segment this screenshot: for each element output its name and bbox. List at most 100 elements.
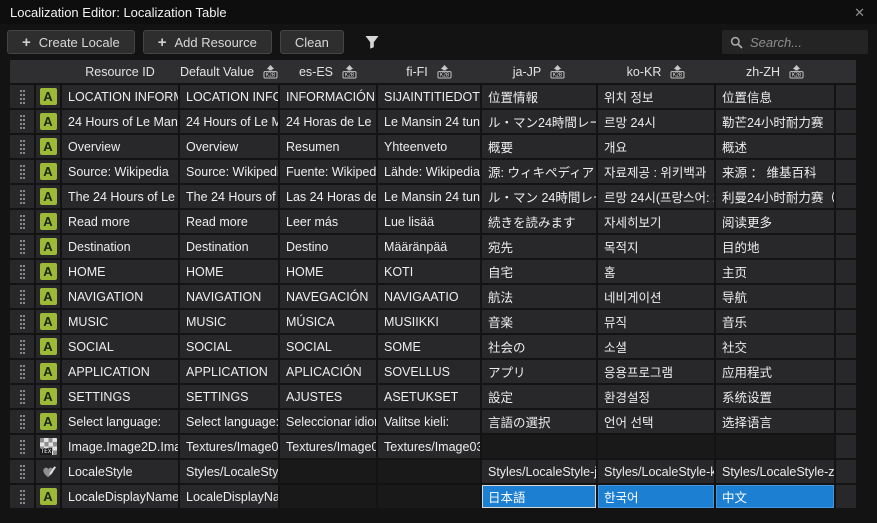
export-locale-icon[interactable]: K2B (550, 64, 565, 79)
row-drag-handle[interactable] (10, 485, 34, 508)
cell-default_value[interactable]: NAVIGATION (180, 285, 278, 308)
cell-resource_id[interactable]: SETTINGS (62, 385, 178, 408)
cell-es_ES[interactable]: AJUSTES (280, 385, 376, 408)
cell-ko_KR[interactable]: 응용프로그램 (598, 360, 714, 383)
row-drag-handle[interactable] (10, 385, 34, 408)
cell-default_value[interactable]: Source: Wikipedia (180, 160, 278, 183)
cell-ko_KR[interactable]: 자료제공 : 위키백과 (598, 160, 714, 183)
cell-ko_KR[interactable]: 소셜 (598, 335, 714, 358)
cell-resource_id[interactable]: HOME (62, 260, 178, 283)
cell-default_value[interactable]: The 24 Hours of L (180, 185, 278, 208)
cell-zh_ZH[interactable]: 位置信息 (716, 85, 834, 108)
cell-ja_JP[interactable]: 日本語 (482, 485, 596, 508)
cell-ko_KR[interactable] (598, 435, 714, 458)
cell-zh_ZH[interactable]: 阅读更多 (716, 210, 834, 233)
cell-zh_ZH[interactable]: 音乐 (716, 310, 834, 333)
cell-ko_KR[interactable]: 환경설정 (598, 385, 714, 408)
cell-resource_id[interactable]: Overview (62, 135, 178, 158)
column-header-ko_KR[interactable]: ko-KR K2B (598, 60, 714, 83)
cell-ja_JP[interactable]: 位置情報 (482, 85, 596, 108)
cell-zh_ZH[interactable]: 选择语言 (716, 410, 834, 433)
cell-default_value[interactable]: MUSIC (180, 310, 278, 333)
cell-fi_FI[interactable]: ASETUKSET (378, 385, 480, 408)
cell-zh_ZH[interactable]: 利曼24小时耐力赛（2 (716, 185, 834, 208)
row-drag-handle[interactable] (10, 135, 34, 158)
search-input[interactable] (750, 34, 860, 50)
cell-fi_FI[interactable]: SOVELLUS (378, 360, 480, 383)
row-drag-handle[interactable] (10, 285, 34, 308)
cell-fi_FI[interactable]: Le Mansin 24 tunn (378, 185, 480, 208)
cell-es_ES[interactable]: Seleccionar idiom (280, 410, 376, 433)
close-icon[interactable]: ✕ (850, 4, 869, 21)
cell-es_ES[interactable]: SOCIAL (280, 335, 376, 358)
cell-default_value[interactable]: Textures/Image01 (180, 435, 278, 458)
cell-ja_JP[interactable] (482, 435, 596, 458)
cell-zh_ZH[interactable]: 来源 ： 维基百科 (716, 160, 834, 183)
row-drag-handle[interactable] (10, 85, 34, 108)
row-drag-handle[interactable] (10, 210, 34, 233)
row-drag-handle[interactable] (10, 460, 34, 483)
cell-fi_FI[interactable]: Yhteenveto (378, 135, 480, 158)
cell-default_value[interactable]: LocaleDisplayNam (180, 485, 278, 508)
column-header-es_ES[interactable]: es-ES K2B (280, 60, 376, 83)
cell-ja_JP[interactable]: 言語の選択 (482, 410, 596, 433)
cell-zh_ZH[interactable]: 勒芒24小时耐力赛 (716, 110, 834, 133)
cell-es_ES[interactable]: Las 24 Horas de L (280, 185, 376, 208)
cell-ja_JP[interactable]: 音楽 (482, 310, 596, 333)
export-locale-icon[interactable]: K2B (670, 64, 685, 79)
cell-ja_JP[interactable]: 社会の (482, 335, 596, 358)
cell-ja_JP[interactable]: 宛先 (482, 235, 596, 258)
cell-es_ES[interactable]: Leer más (280, 210, 376, 233)
row-drag-handle[interactable] (10, 160, 34, 183)
cell-resource_id[interactable]: Select language: (62, 410, 178, 433)
column-header-default_value[interactable]: Default Value K2B (180, 60, 278, 83)
cell-fi_FI[interactable] (378, 460, 480, 483)
export-locale-icon[interactable]: K2B (342, 64, 357, 79)
search-box[interactable] (722, 30, 868, 54)
add-resource-button[interactable]: + Add Resource (142, 30, 272, 54)
cell-resource_id[interactable]: SOCIAL (62, 335, 178, 358)
cell-fi_FI[interactable]: Textures/Image03 (378, 435, 480, 458)
cell-ja_JP[interactable]: ル・マン 24時間レース（ (482, 185, 596, 208)
cell-resource_id[interactable]: APPLICATION (62, 360, 178, 383)
cell-ko_KR[interactable]: 위치 정보 (598, 85, 714, 108)
cell-ko_KR[interactable]: 한국어 (598, 485, 714, 508)
cell-ja_JP[interactable]: 航法 (482, 285, 596, 308)
cell-zh_ZH[interactable]: Styles/LocaleStyle-zh (716, 460, 834, 483)
row-drag-handle[interactable] (10, 410, 34, 433)
cell-es_ES[interactable]: Fuente: Wikipedia (280, 160, 376, 183)
cell-fi_FI[interactable] (378, 485, 480, 508)
cell-es_ES[interactable] (280, 485, 376, 508)
cell-ko_KR[interactable]: 목적지 (598, 235, 714, 258)
cell-ja_JP[interactable]: 続きを読みます (482, 210, 596, 233)
export-locale-icon[interactable]: K2B (789, 64, 804, 79)
cell-default_value[interactable]: Select language: (180, 410, 278, 433)
cell-ja_JP[interactable]: 概要 (482, 135, 596, 158)
cell-es_ES[interactable] (280, 460, 376, 483)
cell-default_value[interactable]: Read more (180, 210, 278, 233)
export-locale-icon[interactable]: K2B (263, 64, 278, 79)
cell-ko_KR[interactable]: 네비게이션 (598, 285, 714, 308)
cell-default_value[interactable]: 24 Hours of Le Ma (180, 110, 278, 133)
cell-fi_FI[interactable]: NAVIGAATIO (378, 285, 480, 308)
cell-fi_FI[interactable]: KOTI (378, 260, 480, 283)
cell-resource_id[interactable]: Image.Image2D.Imag (62, 435, 178, 458)
cell-zh_ZH[interactable]: 应用程式 (716, 360, 834, 383)
row-drag-handle[interactable] (10, 235, 34, 258)
cell-fi_FI[interactable]: Määränpää (378, 235, 480, 258)
cell-default_value[interactable]: SOCIAL (180, 335, 278, 358)
cell-ja_JP[interactable]: 源: ウィキペディア (482, 160, 596, 183)
row-drag-handle[interactable] (10, 435, 34, 458)
cell-ja_JP[interactable]: 自宅 (482, 260, 596, 283)
cell-resource_id[interactable]: LocaleStyle (62, 460, 178, 483)
cell-ko_KR[interactable]: 언어 선택 (598, 410, 714, 433)
cell-zh_ZH[interactable]: 系统设置 (716, 385, 834, 408)
cell-ko_KR[interactable]: 홈 (598, 260, 714, 283)
cell-resource_id[interactable]: 24 Hours of Le Mans (62, 110, 178, 133)
cell-ja_JP[interactable]: ル・マン24時間レース (482, 110, 596, 133)
cell-es_ES[interactable]: Textures/Image02 (280, 435, 376, 458)
cell-resource_id[interactable]: LOCATION INFORMAT (62, 85, 178, 108)
cell-default_value[interactable]: Destination (180, 235, 278, 258)
cell-zh_ZH[interactable]: 社交 (716, 335, 834, 358)
cell-resource_id[interactable]: Source: Wikipedia (62, 160, 178, 183)
